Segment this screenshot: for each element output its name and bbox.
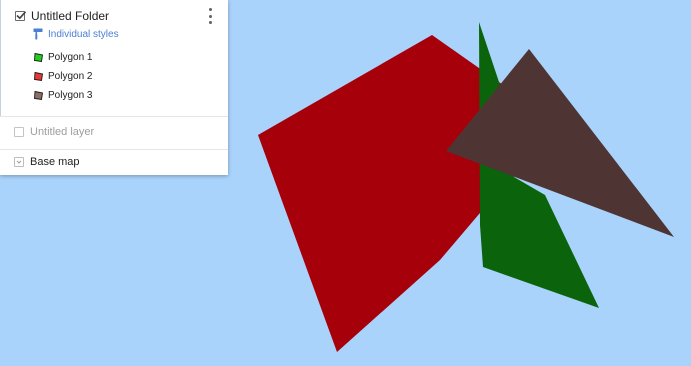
- styles-link-row[interactable]: Individual styles: [33, 28, 119, 40]
- more-vert-icon[interactable]: [205, 8, 215, 24]
- feature-item-polygon-1[interactable]: Polygon 1: [33, 52, 92, 63]
- chevron-down-icon: [16, 160, 22, 164]
- divider: [0, 149, 228, 150]
- paint-roller-icon: [33, 28, 43, 40]
- layer-title[interactable]: Untitled layer: [30, 126, 94, 138]
- folder-header: Untitled Folder: [15, 9, 109, 23]
- polygon-icon: [34, 52, 44, 63]
- layer-row[interactable]: Untitled layer: [14, 126, 94, 138]
- individual-styles-link[interactable]: Individual styles: [48, 29, 119, 40]
- feature-label[interactable]: Polygon 3: [48, 90, 92, 101]
- folder-block: Untitled Folder Individual styles Polygo…: [0, 0, 228, 116]
- feature-label[interactable]: Polygon 1: [48, 52, 92, 63]
- layer-checkbox[interactable]: [14, 127, 24, 137]
- layers-panel: Untitled Folder Individual styles Polygo…: [0, 0, 228, 175]
- basemap-row[interactable]: Base map: [14, 156, 80, 168]
- basemap-label[interactable]: Base map: [30, 156, 80, 168]
- folder-title[interactable]: Untitled Folder: [31, 9, 109, 23]
- polygon-icon: [34, 71, 44, 82]
- feature-item-polygon-2[interactable]: Polygon 2: [33, 71, 92, 82]
- polygon-2-shape[interactable]: [258, 35, 513, 352]
- basemap-toggle[interactable]: [14, 157, 24, 167]
- polygon-icon: [34, 90, 44, 101]
- feature-label[interactable]: Polygon 2: [48, 71, 92, 82]
- feature-item-polygon-3[interactable]: Polygon 3: [33, 90, 92, 101]
- folder-checkbox[interactable]: [15, 11, 27, 21]
- divider: [0, 116, 228, 117]
- check-icon: [16, 11, 27, 20]
